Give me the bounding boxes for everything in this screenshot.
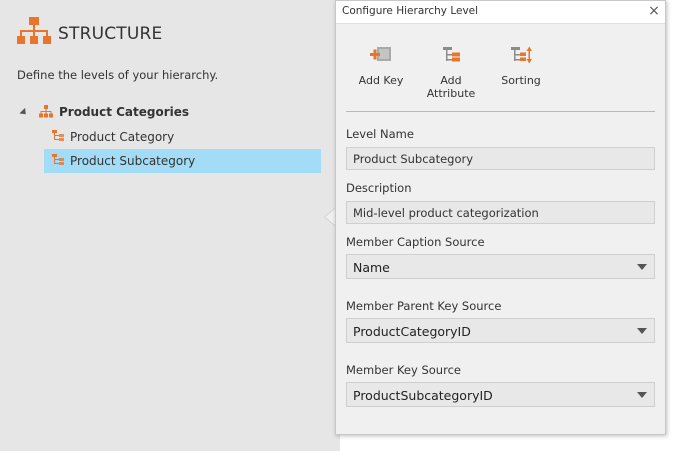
dialog-title-bar: Configure Hierarchy Level ×: [336, 1, 665, 24]
member-key-source-select[interactable]: ProductSubcategoryID: [346, 382, 655, 407]
level-icon: [52, 153, 65, 169]
tree-root-product-categories[interactable]: Product Categories: [19, 103, 190, 122]
sorting-icon: [508, 45, 534, 74]
description-label: Description: [346, 181, 412, 195]
add-key-button[interactable]: Add Key: [346, 45, 416, 100]
select-value: ProductSubcategoryID: [353, 388, 493, 403]
tree-item-product-category[interactable]: Product Category: [44, 125, 321, 149]
add-key-icon: [368, 45, 394, 74]
description-field[interactable]: Mid-level product categorization: [346, 201, 655, 224]
member-parent-key-source-label: Member Parent Key Source: [346, 299, 502, 313]
structure-title: STRUCTURE: [58, 24, 163, 44]
chevron-down-icon: [637, 328, 647, 334]
member-caption-source-select[interactable]: Name: [346, 254, 655, 279]
close-icon[interactable]: ×: [647, 4, 661, 18]
add-attribute-label-line2: Attribute: [426, 87, 476, 100]
add-key-label: Add Key: [358, 74, 404, 87]
tree-item-label: Product Category: [70, 130, 175, 144]
sorting-button[interactable]: Sorting: [486, 45, 556, 100]
expand-toggle-icon[interactable]: [19, 107, 29, 117]
select-value: ProductCategoryID: [353, 324, 471, 339]
tree-item-label: Product Subcategory: [70, 154, 196, 168]
configure-hierarchy-level-dialog: Configure Hierarchy Level × Add Key Add …: [335, 0, 666, 435]
structure-description: Define the levels of your hierarchy.: [17, 68, 219, 82]
member-caption-source-label: Member Caption Source: [346, 235, 485, 249]
select-value: Name: [353, 260, 390, 275]
hierarchy-icon: [17, 17, 51, 51]
add-attribute-label-line1: Add: [440, 74, 462, 87]
structure-header: STRUCTURE: [17, 17, 162, 51]
structure-panel: STRUCTURE Define the levels of your hier…: [0, 0, 340, 451]
chevron-down-icon: [637, 264, 647, 270]
tree-root-label: Product Categories: [59, 105, 190, 119]
level-icon: [52, 129, 65, 145]
member-parent-key-source-select[interactable]: ProductCategoryID: [346, 318, 655, 343]
dialog-title: Configure Hierarchy Level: [342, 5, 479, 17]
member-key-source-label: Member Key Source: [346, 363, 461, 377]
dialog-toolbar: Add Key Add Attribute Sorting: [346, 45, 556, 100]
level-name-field[interactable]: Product Subcategory: [346, 147, 655, 170]
hierarchy-icon: [39, 103, 53, 122]
level-name-label: Level Name: [346, 127, 414, 141]
sorting-label: Sorting: [501, 74, 541, 87]
toolbar-divider: [346, 111, 655, 112]
add-attribute-icon: [438, 45, 464, 74]
chevron-down-icon: [637, 392, 647, 398]
tree-item-product-subcategory[interactable]: Product Subcategory: [44, 149, 321, 173]
add-attribute-button[interactable]: Add Attribute: [416, 45, 486, 100]
